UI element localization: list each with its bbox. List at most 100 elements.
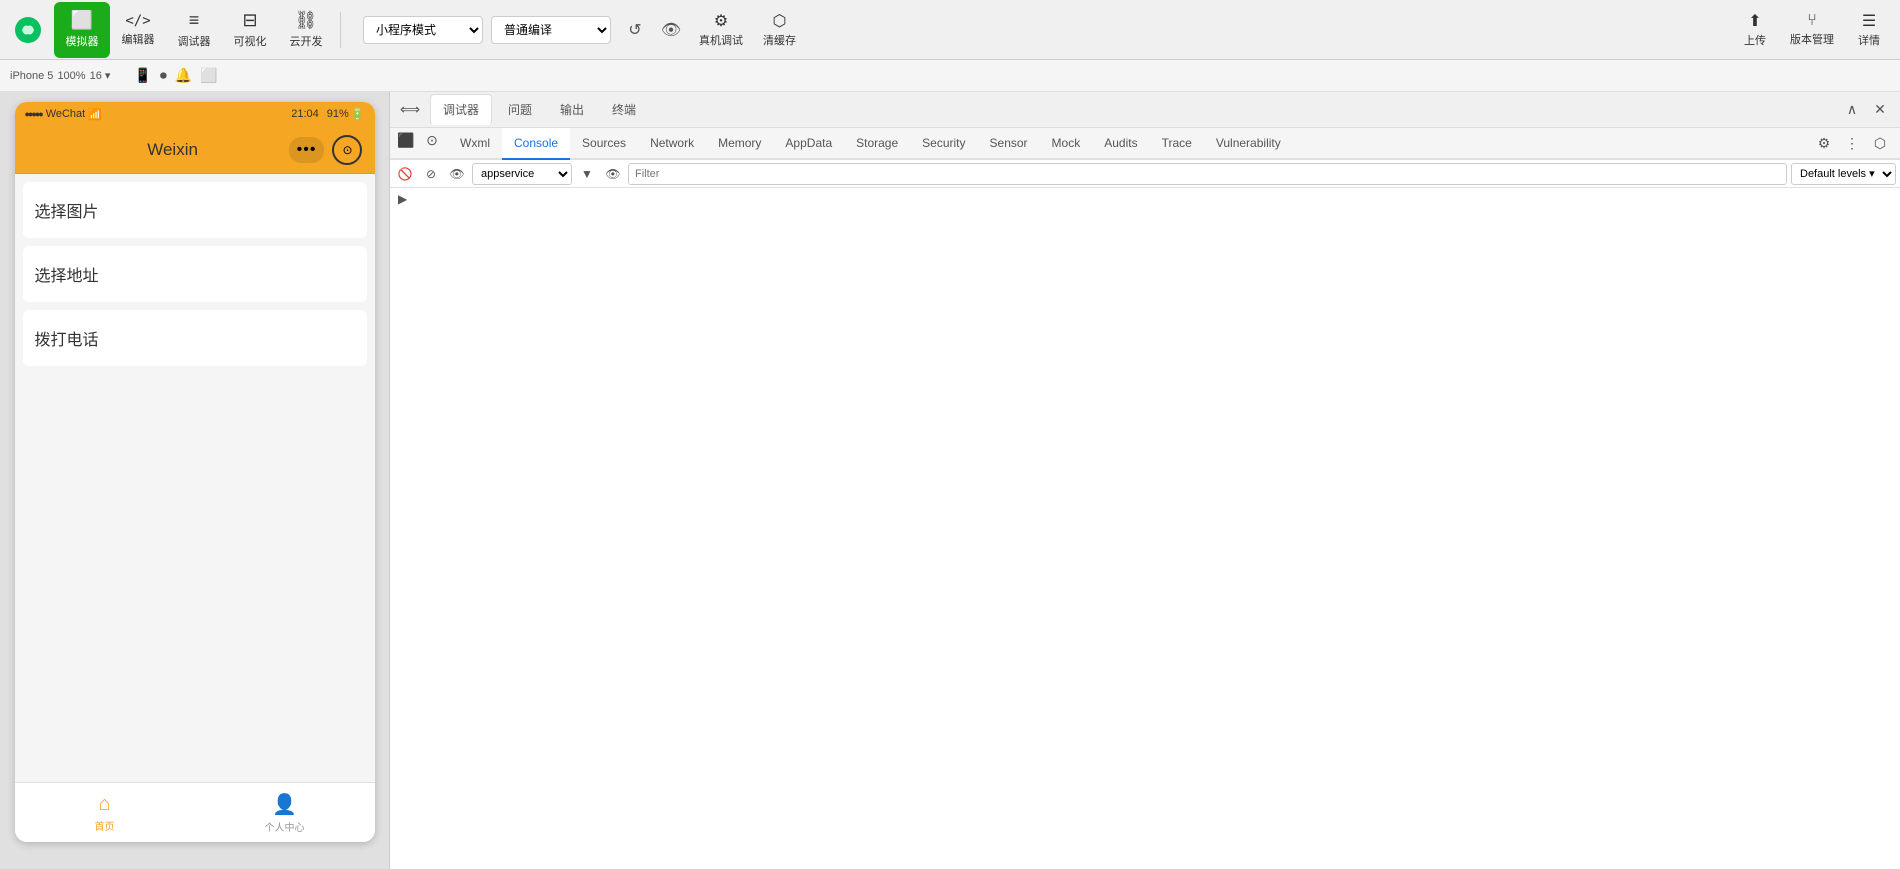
list-item-1[interactable]: 选择地址 — [23, 246, 367, 302]
tab-appdata[interactable]: AppData — [773, 128, 844, 160]
editor-button[interactable]: </> 编辑器 — [110, 2, 166, 58]
tab-wxml[interactable]: Wxml — [448, 128, 502, 160]
camera-icon: ⊙ — [342, 143, 352, 157]
editor-icon: </> — [125, 13, 150, 29]
tab-memory[interactable]: Memory — [706, 128, 773, 160]
phone-camera-button[interactable]: ⊙ — [332, 135, 362, 165]
clear-cache-label: 清缓存 — [763, 32, 796, 48]
refresh-icon-btn[interactable]: ↺ — [619, 14, 651, 46]
tab-sensor[interactable]: Sensor — [978, 128, 1040, 160]
device-bar: iPhone 5 100% 16 ▾ 📱 ⏺ 🔔 ⬜ — [0, 60, 1900, 92]
list-item-0[interactable]: 选择图片 — [23, 182, 367, 238]
upload-btn[interactable]: ⬆ 上传 — [1734, 7, 1776, 52]
home-label: 首页 — [95, 818, 115, 833]
tab-console[interactable]: Console — [502, 128, 570, 160]
mode-select[interactable]: 小程序模式 插件模式 — [363, 16, 483, 44]
version-icon: ⑂ — [1807, 12, 1817, 30]
cloud-button[interactable]: ⛓ 云开发 — [278, 2, 334, 58]
live-expression-icon[interactable]: 👁 — [602, 163, 624, 185]
editor-label: 编辑器 — [122, 31, 155, 47]
context-expand-icon[interactable]: ▼ — [576, 163, 598, 185]
close-icon[interactable]: ✕ — [1868, 98, 1892, 122]
cloud-icon: ⛓ — [295, 10, 318, 31]
console-expand-arrow[interactable]: ▶ — [394, 190, 411, 208]
simulator-button[interactable]: ⬜ 模拟器 — [54, 2, 110, 58]
profile-icon: 👤 — [272, 792, 297, 817]
console-content: ▶ — [390, 188, 1900, 869]
real-debug-icon: ⚙ — [714, 11, 728, 31]
filter-toggle-icon[interactable]: ⊘ — [420, 163, 442, 185]
home-icon: ⌂ — [98, 793, 110, 816]
record-icon[interactable]: ⏺ — [160, 67, 167, 84]
sound-icon[interactable]: 🔔 — [175, 67, 192, 84]
compile-select[interactable]: 普通编译 自定义编译 — [491, 16, 611, 44]
tab-trace[interactable]: Trace — [1150, 128, 1204, 160]
debugger-button[interactable]: ≡ 调试器 — [166, 2, 222, 58]
visualize-button[interactable]: ⊟ 可视化 — [222, 2, 278, 58]
device-control-icons: 📱 ⏺ 🔔 ⬜ — [134, 67, 217, 84]
version-label: 版本管理 — [1790, 31, 1834, 47]
phone-title-right: ••• ⊙ — [289, 135, 363, 165]
visualize-label: 可视化 — [234, 33, 267, 49]
phone-content: 选择图片 选择地址 拨打电话 — [15, 174, 375, 782]
tab-mock[interactable]: Mock — [1040, 128, 1093, 160]
tab-terminal[interactable]: 终端 — [600, 95, 648, 124]
preview-icon-btn[interactable]: 👁 — [655, 14, 687, 46]
tab-network[interactable]: Network — [638, 128, 706, 160]
context-select[interactable]: appservice — [472, 163, 572, 185]
nav-item-profile[interactable]: 👤 个人中心 — [195, 783, 375, 842]
devtools-row1-right: ∧ ✕ — [1840, 98, 1892, 122]
tab-problems[interactable]: 问题 — [496, 95, 544, 124]
device-mode-icon[interactable]: ⊙ — [420, 128, 444, 152]
phone-menu-button[interactable]: ••• — [289, 137, 325, 163]
detail-label: 详情 — [1858, 32, 1880, 48]
wechat-label: WeChat — [46, 108, 86, 120]
detach-icon[interactable]: ⬡ — [1868, 131, 1892, 155]
settings-icon[interactable]: ⚙ — [1812, 131, 1836, 155]
debugger-icon: ≡ — [189, 10, 200, 31]
upload-label: 上传 — [1744, 32, 1766, 48]
filter-input[interactable] — [628, 163, 1787, 185]
debugger-label: 调试器 — [178, 33, 211, 49]
phone-status-bar: ●●●●● WeChat 📶 21:04 91% 🔋 — [15, 102, 375, 126]
phone-panel: ●●●●● WeChat 📶 21:04 91% 🔋 Weixin ••• ⊙ — [0, 92, 390, 869]
device-selector[interactable]: iPhone 5 100% 16 ▾ — [10, 69, 110, 82]
upload-icon: ⬆ — [1748, 11, 1761, 31]
list-item-2[interactable]: 拨打电话 — [23, 310, 367, 366]
device-num: 16 ▾ — [90, 69, 111, 82]
dock-icon[interactable]: ⟺ — [398, 98, 422, 122]
devtools-tabs-row1: ⟺ 调试器 问题 输出 终端 ∧ ✕ — [390, 92, 1900, 128]
mode-select-group: 小程序模式 插件模式 普通编译 自定义编译 — [363, 16, 611, 44]
phone-icon[interactable]: 📱 — [134, 67, 151, 84]
separator-1 — [340, 12, 341, 48]
clear-cache-btn[interactable]: ⬡ 清缓存 — [755, 7, 804, 52]
phone-app-title: Weixin — [147, 140, 198, 160]
visualize-icon: ⊟ — [242, 10, 257, 31]
tab-vulnerability[interactable]: Vulnerability — [1204, 128, 1293, 160]
wifi-icon: 📶 — [88, 108, 102, 121]
nav-item-home[interactable]: ⌂ 首页 — [15, 783, 195, 842]
expand-icon[interactable]: ⬜ — [200, 67, 217, 84]
levels-select[interactable]: Default levels ▾ Verbose Info Warnings E… — [1791, 163, 1896, 185]
tab-output[interactable]: 输出 — [548, 95, 596, 124]
chevron-up-icon[interactable]: ∧ — [1840, 98, 1864, 122]
zoom-level: 100% — [57, 70, 85, 82]
detail-btn[interactable]: ☰ 详情 — [1848, 7, 1890, 52]
toolbar-right: ⬆ 上传 ⑂ 版本管理 ☰ 详情 — [1734, 7, 1890, 52]
simulator-label: 模拟器 — [66, 33, 99, 49]
version-btn[interactable]: ⑂ 版本管理 — [1780, 8, 1844, 51]
eye-icon[interactable]: 👁 — [446, 163, 468, 185]
real-debug-label: 真机调试 — [699, 32, 743, 48]
tab-security[interactable]: Security — [910, 128, 977, 160]
real-debug-btn[interactable]: ⚙ 真机调试 — [691, 7, 751, 52]
clear-console-icon[interactable]: 🚫 — [394, 163, 416, 185]
more-icon[interactable]: ⋮ — [1840, 131, 1864, 155]
inspect-icon[interactable]: ⬛ — [394, 128, 418, 152]
tab-storage[interactable]: Storage — [844, 128, 910, 160]
tab-sources[interactable]: Sources — [570, 128, 638, 160]
tab-debugger[interactable]: 调试器 — [430, 94, 492, 125]
top-toolbar: ⬜ 模拟器 </> 编辑器 ≡ 调试器 ⊟ 可视化 ⛓ 云开发 小程序模式 插件… — [0, 0, 1900, 60]
devtools-tabs-row2: ⬛ ⊙ Wxml Console Sources Network Memory … — [390, 128, 1900, 160]
tab-audits[interactable]: Audits — [1092, 128, 1149, 160]
simulator-icon: ⬜ — [71, 10, 93, 31]
